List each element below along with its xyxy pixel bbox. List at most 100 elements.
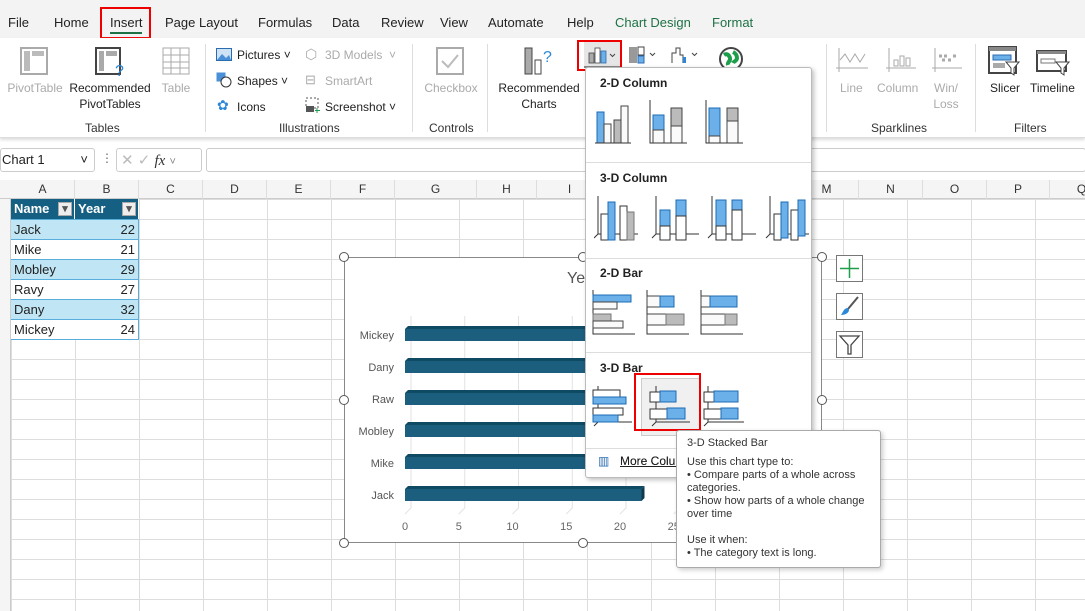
tab-chart-design[interactable]: Chart Design [615,15,691,30]
slicer-button[interactable]: Slicer [990,80,1020,96]
cancel-icon[interactable]: ✕ [121,152,134,169]
column-header[interactable]: G [395,180,477,199]
table-cell[interactable]: 32 [75,299,139,319]
divider [205,44,206,132]
column-header[interactable]: H [477,180,537,199]
table-cell[interactable]: 24 [75,319,139,339]
table-cell[interactable]: Jack [11,219,75,239]
waterfall-chart-icon[interactable] [670,45,702,65]
insert-function-button[interactable]: fx [155,153,166,169]
row-header-bar [0,199,11,611]
table-cell[interactable]: Mobley [11,259,75,279]
sparkline-column-button[interactable]: Column [877,80,918,96]
pivottable-button[interactable]: PivotTable [6,80,64,96]
100-stacked-bar-option[interactable] [700,290,743,335]
resize-handle[interactable] [578,538,588,548]
column-header[interactable]: Q [1050,180,1085,199]
tab-help[interactable]: Help [567,15,594,30]
tab-home[interactable]: Home [54,15,89,30]
column-header[interactable]: B [75,180,139,199]
chart-elements-button[interactable] [836,255,863,282]
table-header[interactable]: Name ▾ [11,199,75,219]
recommended-pivottables-button[interactable]: Recommended PivotTables [66,80,154,112]
enter-icon[interactable]: ✓ [138,152,151,169]
sparkline-line-icon [836,48,868,72]
clustered-column-option[interactable] [595,105,631,144]
label-line-2: Charts [521,97,557,111]
resize-handle[interactable] [339,395,349,405]
column-header[interactable]: E [267,180,331,199]
3d-models-button[interactable]: 3D Models ˅ [325,47,396,63]
timeline-button[interactable]: Timeline [1030,80,1075,96]
column-header[interactable]: C [139,180,203,199]
table-cell[interactable]: Mike [11,239,75,259]
tooltip-bullet: • Compare parts of a whole across catego… [687,469,856,494]
tooltip-when: Use it when: [687,534,748,546]
3d-stacked-column-option[interactable] [651,196,699,241]
column-header[interactable]: O [923,180,987,199]
filter-dropdown-icon[interactable]: ▾ [58,202,72,216]
100-stacked-column-option[interactable] [705,100,743,144]
resize-handle[interactable] [339,252,349,262]
x-tick-label: 0 [402,521,408,533]
sparkline-winloss-button[interactable]: Win/Loss [932,80,960,112]
3d-100-stacked-bar-option[interactable] [703,386,744,427]
smartart-button[interactable]: SmartArt [325,73,372,89]
name-box[interactable]: Chart 1 ˅ [0,148,95,172]
checkbox-button[interactable]: Checkbox [422,80,480,96]
svg-text:?: ? [115,63,124,77]
hierarchy-chart-icon[interactable] [628,45,660,65]
tab-automate[interactable]: Automate [488,15,544,30]
tab-page-layout[interactable]: Page Layout [165,15,238,30]
divider [412,44,413,132]
more-options-icon: ⋮ [101,151,113,165]
stacked-column-option[interactable] [649,100,687,144]
divider [586,352,811,353]
table-cell[interactable]: 27 [75,279,139,299]
resize-handle[interactable] [817,252,827,262]
tab-data[interactable]: Data [332,15,359,30]
gridline [619,507,627,515]
chart-styles-button[interactable] [836,293,863,320]
table-border [11,339,139,340]
recommended-charts-icon: ? [524,47,552,75]
3d-clustered-column-option[interactable] [594,196,638,241]
chart-filters-button[interactable] [836,331,863,358]
divider [586,258,811,259]
tab-file[interactable]: File [8,15,29,30]
timeline-icon [1036,50,1070,76]
recommended-charts-button[interactable]: Recommended Charts [495,80,583,112]
3d-column-option[interactable] [765,196,809,241]
pictures-button[interactable]: Pictures ˅ [237,47,291,63]
3d-100-stacked-column-option[interactable] [707,196,756,241]
table-cell[interactable]: 21 [75,239,139,259]
icons-button[interactable]: Icons [237,99,266,115]
sparkline-line-button[interactable]: Line [840,80,863,96]
table-cell[interactable]: 29 [75,259,139,279]
tab-view[interactable]: View [440,15,468,30]
shapes-button[interactable]: Shapes ˅ [237,73,288,89]
column-header[interactable]: P [987,180,1050,199]
column-header[interactable]: N [859,180,923,199]
slicer-icon [988,46,1020,76]
resize-handle[interactable] [817,395,827,405]
clustered-bar-option[interactable] [592,290,635,335]
resize-handle[interactable] [339,538,349,548]
table-cell[interactable]: Ravy [11,279,75,299]
stacked-bar-option[interactable] [646,290,689,335]
column-header[interactable]: F [331,180,395,199]
tab-formulas[interactable]: Formulas [258,15,312,30]
table-cell[interactable]: Dany [11,299,75,319]
column-header[interactable]: A [11,180,75,199]
table-cell[interactable]: 22 [75,219,139,239]
3d-clustered-bar-option[interactable] [592,386,632,427]
column-header[interactable]: D [203,180,267,199]
tab-review[interactable]: Review [381,15,424,30]
tab-format[interactable]: Format [712,15,753,30]
filter-dropdown-icon[interactable]: ▾ [122,202,136,216]
shapes-icon [216,72,232,88]
table-button[interactable]: Table [156,80,196,96]
screenshot-button[interactable]: Screenshot ˅ [325,99,396,115]
table-cell[interactable]: Mickey [11,319,75,339]
table-header[interactable]: Year ▾ [75,199,139,219]
